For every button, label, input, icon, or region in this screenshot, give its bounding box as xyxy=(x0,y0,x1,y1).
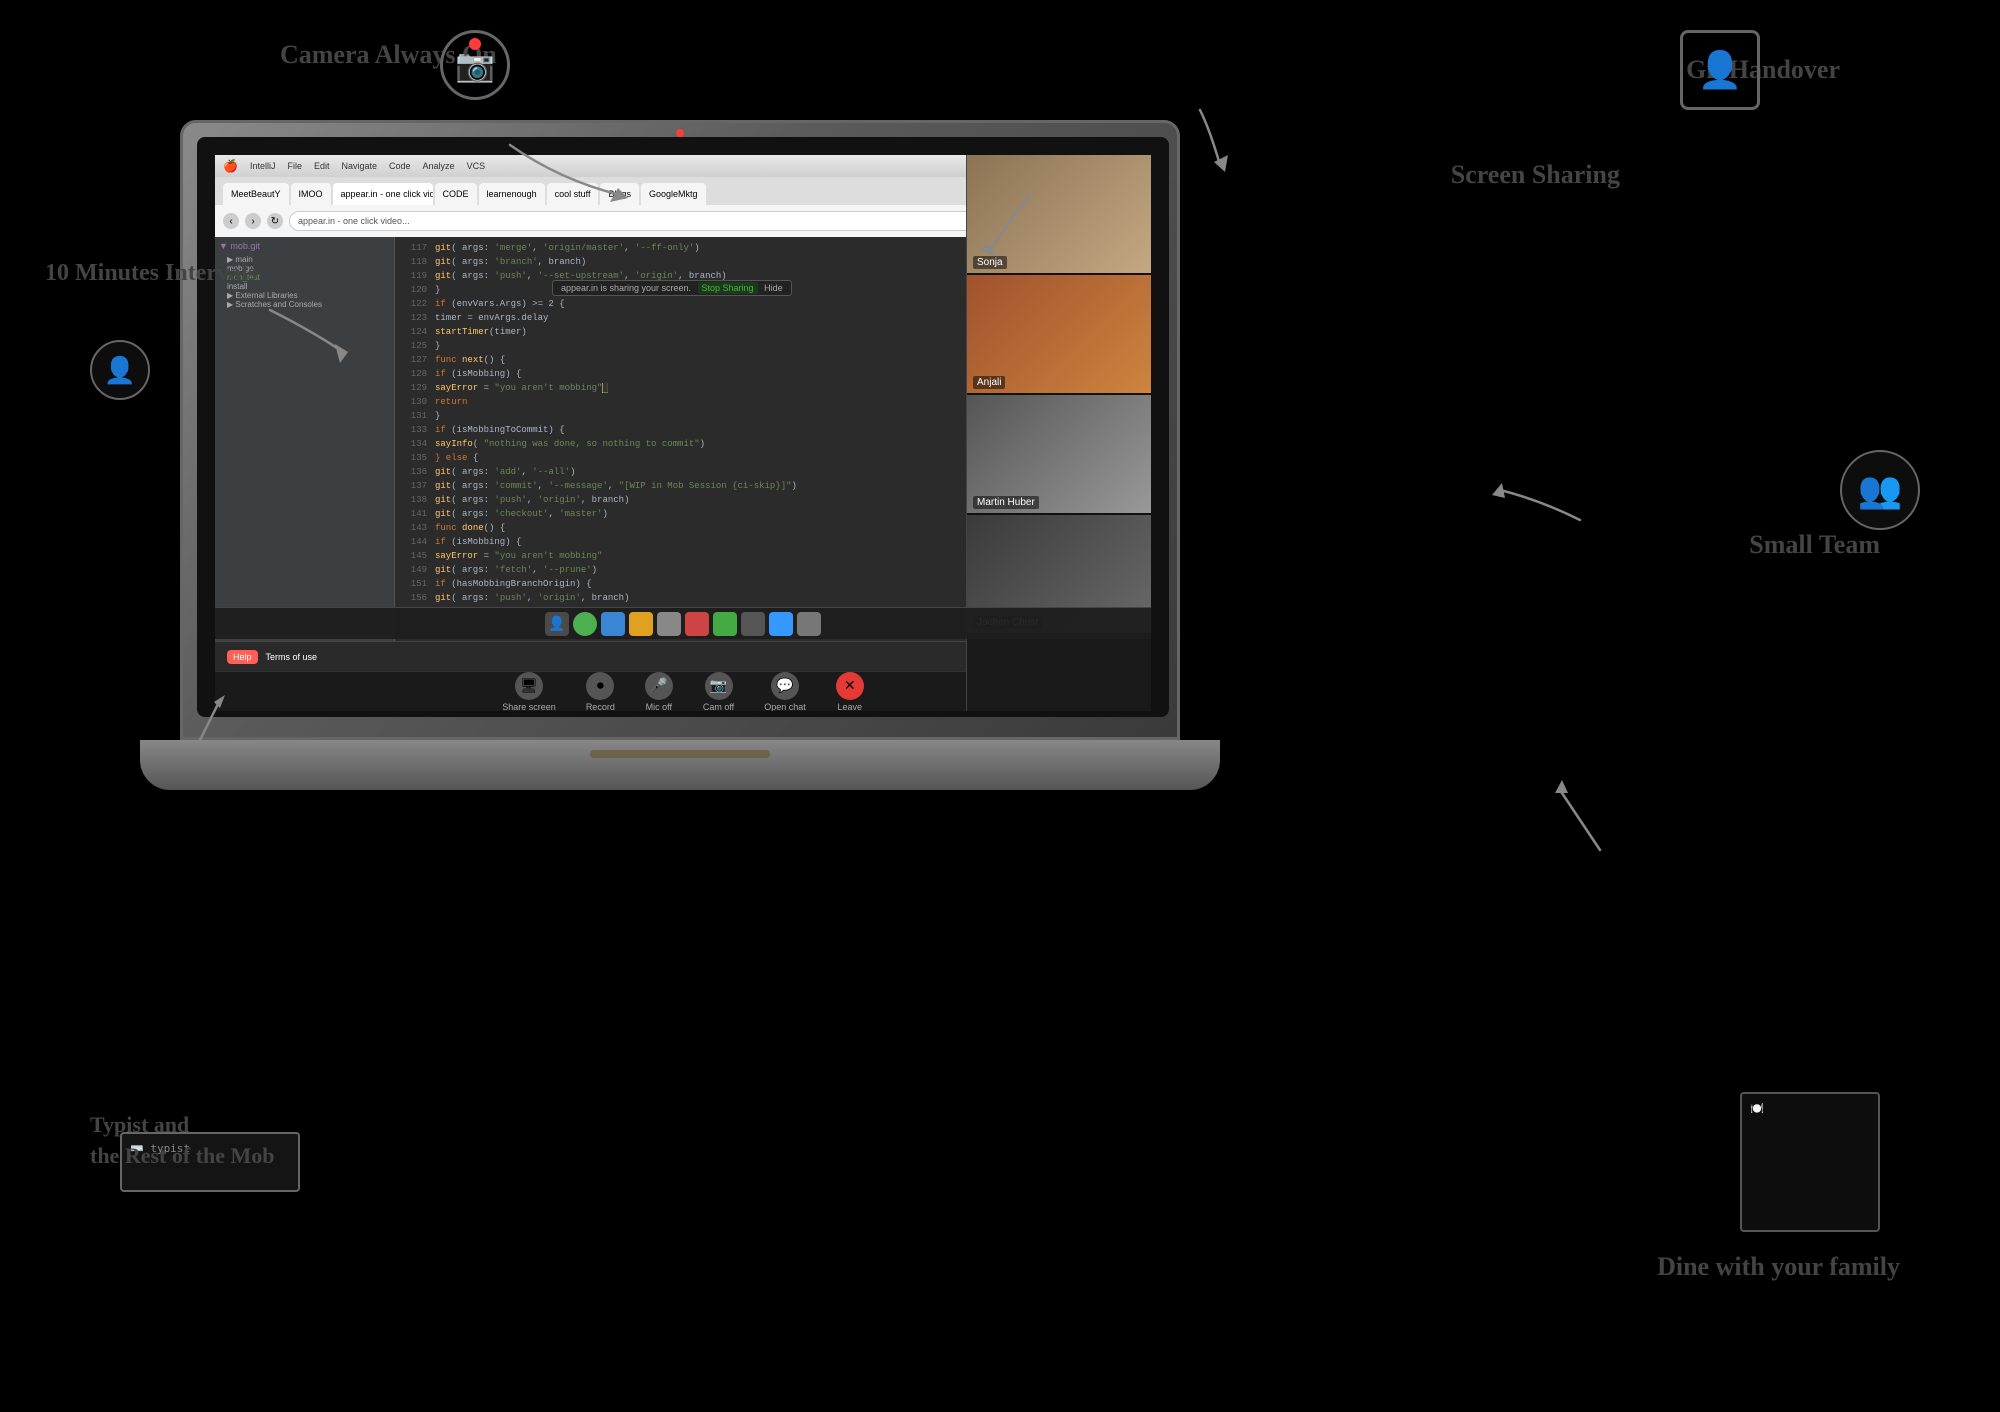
folder-scratches: ▶ Scratches and Consoles xyxy=(227,300,390,309)
leave-icon: ✕ xyxy=(836,672,864,700)
apple-menu[interactable]: 🍎 xyxy=(223,159,238,173)
webcam-dot xyxy=(676,129,684,137)
dock-item-4[interactable] xyxy=(685,612,709,636)
share-screen-icon: 🖥 xyxy=(515,672,543,700)
menu-code[interactable]: Code xyxy=(389,161,411,171)
open-chat-label: Open chat xyxy=(764,702,806,712)
screen-sharing-banner: appear.in is sharing your screen. Stop S… xyxy=(552,280,792,296)
browser-tab-imoo[interactable]: IMOO xyxy=(291,183,331,205)
screen-bezel: 🍎 IntelliJ File Edit Navigate Code Analy… xyxy=(197,137,1169,717)
mac-dock: 👤 xyxy=(215,607,1151,639)
browser-tab-learn[interactable]: learnenough xyxy=(479,183,545,205)
menu-analyze[interactable]: Analyze xyxy=(423,161,455,171)
annotation-typist-mob: Typist and the Rest of the Mob xyxy=(90,1110,275,1172)
ide-sidebar: ▼ mob.git ▶ main mob.go mob_test install… xyxy=(215,237,395,641)
record-label: Record xyxy=(586,702,615,712)
hide-banner-btn[interactable]: Hide xyxy=(764,283,783,293)
dock-item-2[interactable] xyxy=(629,612,653,636)
menu-edit[interactable]: Edit xyxy=(314,161,330,171)
menu-navigate[interactable]: Navigate xyxy=(342,161,378,171)
dock-item-5[interactable] xyxy=(713,612,737,636)
cam-off-icon: 📷 xyxy=(705,672,733,700)
annotation-small-team: Small Team xyxy=(1749,530,1880,560)
browser-tab-meetbeauty[interactable]: MeetBeautY xyxy=(223,183,289,205)
dock-item-8[interactable] xyxy=(797,612,821,636)
terms-link[interactable]: Terms of use xyxy=(266,652,318,662)
cam-off-button[interactable]: 📷 Cam off xyxy=(703,672,734,712)
dock-item-6[interactable] xyxy=(741,612,765,636)
mic-off-icon: 🎤 xyxy=(645,672,673,700)
participant-name-anjali: Anjali xyxy=(973,376,1005,389)
menu-file[interactable]: File xyxy=(287,161,302,171)
laptop: 🍎 IntelliJ File Edit Navigate Code Analy… xyxy=(180,120,1230,820)
back-button[interactable]: ‹ xyxy=(223,213,239,229)
dock-item-chrome[interactable] xyxy=(573,612,597,636)
left-person-icon: 👤 xyxy=(90,340,150,400)
annotation-screen-sharing: Screen Sharing xyxy=(1451,160,1620,190)
laptop-keyboard xyxy=(140,740,1220,790)
dock-item-7[interactable] xyxy=(769,612,793,636)
laptop-body: 🍎 IntelliJ File Edit Navigate Code Analy… xyxy=(180,120,1180,740)
browser-tab-blogs[interactable]: Blogs xyxy=(600,183,639,205)
git-handover-icon: 👤 xyxy=(1680,30,1760,110)
url-bar[interactable]: appear.in - one click video... xyxy=(289,211,984,231)
leave-label: Leave xyxy=(837,702,862,712)
bottom-right-annotation-box: 🍽️ xyxy=(1740,1092,1880,1232)
leave-button[interactable]: ✕ Leave xyxy=(836,672,864,712)
annotation-minutes-intervals: 10 Minutes Intervals xyxy=(45,260,257,287)
reload-button[interactable]: ↻ xyxy=(267,213,283,229)
menu-intellij[interactable]: IntelliJ xyxy=(250,161,276,171)
video-tile-martin: Martin Huber xyxy=(967,395,1151,515)
mic-off-label: Mic off xyxy=(646,702,672,712)
cam-off-label: Cam off xyxy=(703,702,734,712)
browser-tab-google[interactable]: GoogleMktg xyxy=(641,183,706,205)
video-tile-sonja: Sonja xyxy=(967,155,1151,275)
ide-area: ▼ mob.git ▶ main mob.go mob_test install… xyxy=(215,237,1151,641)
screen-content: 🍎 IntelliJ File Edit Navigate Code Analy… xyxy=(215,155,1151,711)
record-button[interactable]: ⏺ Record xyxy=(586,672,615,712)
browser-tab-active[interactable]: appear.in - one click video... xyxy=(333,183,433,205)
folder-external: ▶ External Libraries xyxy=(227,291,390,300)
record-icon: ⏺ xyxy=(586,672,614,700)
dock-item-user[interactable]: 👤 xyxy=(545,612,569,636)
share-screen-button[interactable]: 🖥 Share screen xyxy=(502,672,556,712)
dock-item-3[interactable] xyxy=(657,612,681,636)
video-tile-anjali: Anjali xyxy=(967,275,1151,395)
project-label: ▼ mob.git xyxy=(219,241,390,251)
open-chat-icon: 💬 xyxy=(771,672,799,700)
participant-name-sonja: Sonja xyxy=(973,256,1007,269)
annotation-dine-family: Dine with your family xyxy=(1657,1252,1900,1282)
trackpad xyxy=(590,750,770,758)
browser-tab-code[interactable]: CODE xyxy=(435,183,477,205)
open-chat-button[interactable]: 💬 Open chat xyxy=(764,672,806,712)
right-person-icon: 👥 xyxy=(1840,450,1920,530)
help-button[interactable]: Help xyxy=(227,650,258,664)
share-screen-label: Share screen xyxy=(502,702,556,712)
forward-button[interactable]: › xyxy=(245,213,261,229)
stop-sharing-btn[interactable]: Stop Sharing xyxy=(698,282,758,294)
participant-name-martin: Martin Huber xyxy=(973,496,1039,509)
menu-vcs[interactable]: VCS xyxy=(467,161,486,171)
browser-tab-cool[interactable]: cool stuff xyxy=(547,183,599,205)
camera-icon-annotation: 📷 xyxy=(440,30,510,100)
mic-off-button[interactable]: 🎤 Mic off xyxy=(645,672,673,712)
dock-item-1[interactable] xyxy=(601,612,625,636)
